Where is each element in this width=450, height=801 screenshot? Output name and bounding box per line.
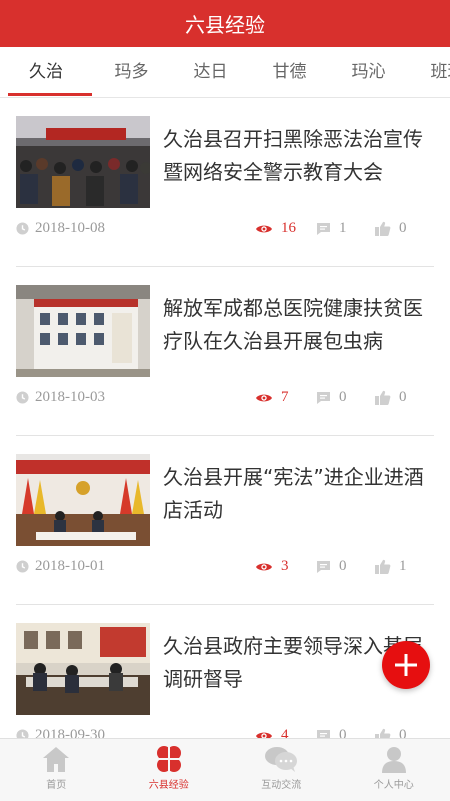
nav-six-county-experience[interactable]: 六县经验 — [113, 739, 226, 801]
tab-gande[interactable]: 甘德 — [250, 47, 329, 97]
page-title: 六县经验 — [185, 9, 265, 38]
article-date: 2018-10-08 — [16, 220, 105, 237]
eye-icon — [255, 730, 273, 739]
thumb-up-icon — [374, 390, 391, 405]
article-thumbnail[interactable] — [16, 285, 150, 377]
article-list: 久治县召开扫黑除恶法治宣传暨网络安全警示教育大会 2018-10-08 16 1… — [0, 98, 450, 738]
date-text: 2018-10-01 — [35, 558, 105, 575]
bottom-nav: 首页 六县经验 互动交流 个人中心 — [0, 738, 450, 801]
list-item[interactable]: 解放军成都总医院健康扶贫医疗队在久治县开展包虫病 2018-10-03 7 0 … — [16, 267, 434, 436]
view-count: 4 — [255, 727, 289, 738]
eye-icon — [255, 223, 273, 235]
view-count: 7 — [255, 389, 289, 406]
article-title[interactable]: 久治县开展“宪法”进企业进酒店活动 — [163, 461, 433, 527]
clock-icon — [16, 222, 29, 235]
add-button[interactable] — [382, 641, 430, 689]
article-thumbnail[interactable] — [16, 116, 150, 208]
article-title[interactable]: 久治县召开扫黑除恶法治宣传暨网络安全警示教育大会 — [163, 123, 433, 189]
thumb-up-icon — [374, 221, 391, 236]
date-text: 2018-10-08 — [35, 220, 105, 237]
article-meta: 2018-09-30 4 0 0 — [16, 727, 434, 738]
eye-icon — [255, 561, 273, 573]
article-date: 2018-10-01 — [16, 558, 105, 575]
home-icon — [41, 745, 71, 773]
eye-icon — [255, 392, 273, 404]
clock-icon — [16, 729, 29, 738]
tab-dari[interactable]: 达日 — [171, 47, 250, 97]
comment-count[interactable]: 0 — [316, 727, 347, 738]
list-item[interactable]: 久治县召开扫黑除恶法治宣传暨网络安全警示教育大会 2018-10-08 16 1… — [16, 98, 434, 267]
chat-icon — [264, 745, 298, 773]
comment-icon — [316, 560, 331, 574]
tab-maduo[interactable]: 玛多 — [92, 47, 171, 97]
comment-count[interactable]: 0 — [316, 389, 347, 406]
plus-icon — [393, 652, 419, 678]
tab-jiuzhi[interactable]: 久治 — [0, 47, 92, 97]
county-tabs: 久治 玛多 达日 甘德 玛沁 班玛 — [0, 47, 450, 98]
article-date: 2018-10-03 — [16, 389, 105, 406]
comment-icon — [316, 729, 331, 739]
comment-icon — [316, 391, 331, 405]
article-thumbnail[interactable] — [16, 454, 150, 546]
like-count[interactable]: 0 — [374, 727, 407, 738]
like-count[interactable]: 0 — [374, 220, 407, 237]
nav-home[interactable]: 首页 — [0, 739, 113, 801]
thumb-up-icon — [374, 559, 391, 574]
nav-personal-center[interactable]: 个人中心 — [338, 739, 450, 801]
article-meta: 2018-10-01 3 0 1 — [16, 558, 434, 578]
comment-count[interactable]: 0 — [316, 558, 347, 575]
article-thumbnail[interactable] — [16, 623, 150, 715]
tab-banma[interactable]: 班玛 — [408, 47, 450, 97]
like-count[interactable]: 1 — [374, 558, 407, 575]
view-count: 3 — [255, 558, 289, 575]
article-title[interactable]: 解放军成都总医院健康扶贫医疗队在久治县开展包虫病 — [163, 292, 433, 358]
date-text: 2018-10-03 — [35, 389, 105, 406]
comment-count[interactable]: 1 — [316, 220, 347, 237]
tab-maqin[interactable]: 玛沁 — [329, 47, 408, 97]
clock-icon — [16, 560, 29, 573]
nav-interaction[interactable]: 互动交流 — [225, 739, 338, 801]
thumb-up-icon — [374, 728, 391, 738]
list-item[interactable]: 久治县政府主要领导深入基层调研督导 2018-09-30 4 0 0 — [16, 605, 434, 738]
article-meta: 2018-10-03 7 0 0 — [16, 389, 434, 409]
person-icon — [379, 745, 409, 773]
clover-icon — [154, 745, 184, 773]
comment-icon — [316, 222, 331, 236]
view-count: 16 — [255, 220, 296, 237]
article-date: 2018-09-30 — [16, 727, 105, 738]
clock-icon — [16, 391, 29, 404]
list-item[interactable]: 久治县开展“宪法”进企业进酒店活动 2018-10-01 3 0 1 — [16, 436, 434, 605]
date-text: 2018-09-30 — [35, 727, 105, 738]
article-meta: 2018-10-08 16 1 0 — [16, 220, 434, 240]
app-header: 六县经验 — [0, 0, 450, 47]
like-count[interactable]: 0 — [374, 389, 407, 406]
